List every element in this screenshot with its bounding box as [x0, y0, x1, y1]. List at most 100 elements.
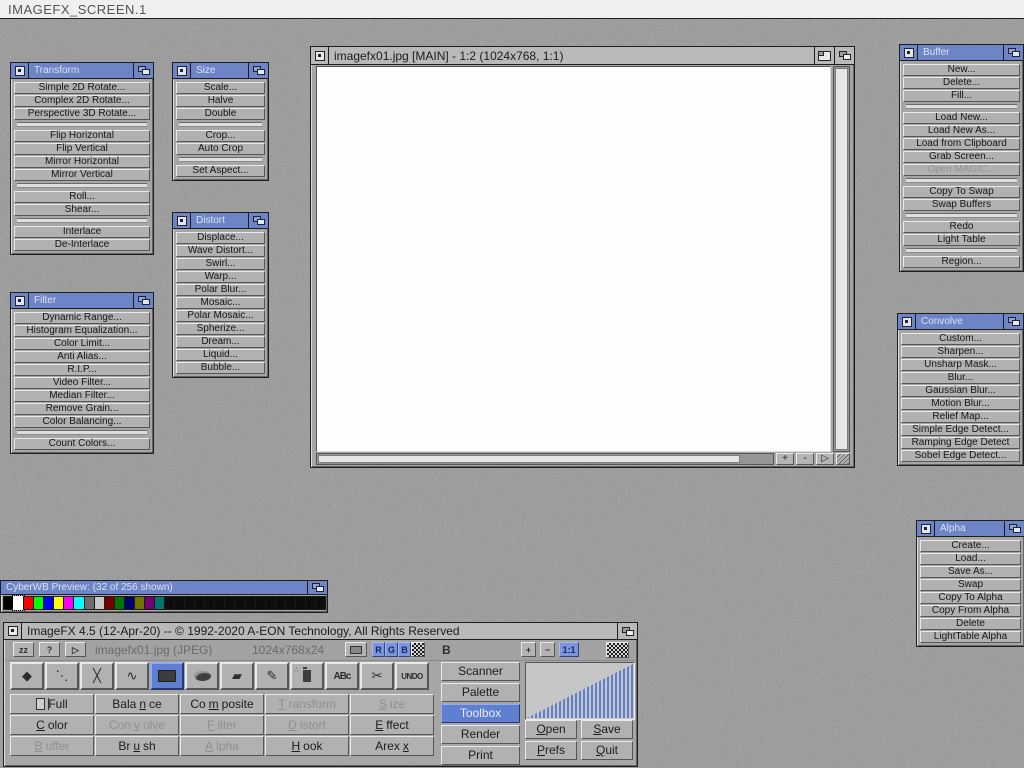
- sleep-button[interactable]: zz: [13, 642, 34, 657]
- alpha-channel-icon[interactable]: [411, 642, 425, 657]
- buffer-region-button[interactable]: Region...: [903, 256, 1020, 268]
- close-icon[interactable]: [173, 63, 191, 78]
- filter-color-limit-button[interactable]: Color Limit...: [14, 338, 150, 350]
- grid-brush-button[interactable]: Brush: [95, 736, 179, 756]
- distort-displace-button[interactable]: Displace...: [176, 232, 265, 244]
- depth-icon[interactable]: [307, 581, 327, 594]
- help-button[interactable]: ?: [39, 642, 60, 657]
- close-icon[interactable]: [173, 213, 191, 228]
- distort-spherize-button[interactable]: Spherize...: [176, 323, 265, 335]
- tool-airbrush-icon[interactable]: [290, 662, 324, 690]
- session-open-button[interactable]: Open: [525, 720, 577, 739]
- size-double-button[interactable]: Double: [176, 108, 265, 120]
- tool-freehand-icon[interactable]: ⋱: [45, 662, 79, 690]
- panel-titlebar-filter[interactable]: Filter: [11, 293, 153, 309]
- transform-flip-vertical-button[interactable]: Flip Vertical: [14, 143, 150, 155]
- zoom-reset-button[interactable]: 1:1: [559, 642, 579, 657]
- grid-balance-button[interactable]: Balance: [95, 694, 179, 714]
- mode-render-button[interactable]: Render: [441, 725, 520, 744]
- buffer-load-from-clipboard-button[interactable]: Load from Clipboard: [903, 138, 1020, 150]
- grid-arexx-button[interactable]: Arexx: [350, 736, 434, 756]
- transform-shear-button[interactable]: Shear...: [14, 204, 150, 216]
- alpha-save-as-button[interactable]: Save As...: [920, 566, 1021, 578]
- alpha-copy-from-alpha-button[interactable]: Copy From Alpha: [920, 605, 1021, 617]
- main-window-titlebar[interactable]: imagefx01.jpg [MAIN] - 1:2 (1024x768, 1:…: [311, 47, 854, 65]
- buffer-grab-screen-button[interactable]: Grab Screen...: [903, 151, 1020, 163]
- close-icon[interactable]: [11, 293, 29, 308]
- tool-line-icon[interactable]: ╳: [80, 662, 114, 690]
- alpha-create-button[interactable]: Create...: [920, 540, 1021, 552]
- filter-anti-alias-button[interactable]: Anti Alias...: [14, 351, 150, 363]
- buffer-load-new-as-button[interactable]: Load New As...: [903, 125, 1020, 137]
- panel-titlebar-distort[interactable]: Distort: [173, 213, 268, 229]
- filter-video-filter-button[interactable]: Video Filter...: [14, 377, 150, 389]
- session-prefs-button[interactable]: Prefs: [525, 741, 577, 760]
- tool-polygon-icon[interactable]: ▰: [220, 662, 254, 690]
- channel-r-button[interactable]: R: [372, 642, 385, 657]
- panel-titlebar-transform[interactable]: Transform: [11, 63, 153, 79]
- distort-wave-distort-button[interactable]: Wave Distort...: [176, 245, 265, 257]
- channel-g-button[interactable]: G: [385, 642, 398, 657]
- mode-scanner-button[interactable]: Scanner: [441, 662, 520, 681]
- close-icon[interactable]: [917, 521, 935, 536]
- filter-dynamic-range-button[interactable]: Dynamic Range...: [14, 312, 150, 324]
- alpha-delete-button[interactable]: Delete: [920, 618, 1021, 630]
- zoom-in-button[interactable]: +: [521, 642, 536, 657]
- convolve-sharpen-button[interactable]: Sharpen...: [901, 346, 1020, 358]
- size-crop-button[interactable]: Crop...: [176, 130, 265, 142]
- screen-titlebar[interactable]: IMAGEFX_SCREEN.1: [0, 0, 1024, 19]
- transform-mirror-vertical-button[interactable]: Mirror Vertical: [14, 169, 150, 181]
- gradient-preview[interactable]: [525, 662, 635, 720]
- transform-interlace-button[interactable]: Interlace: [14, 226, 150, 238]
- session-quit-button[interactable]: Quit: [581, 741, 633, 760]
- grid-composite-button[interactable]: Composite: [180, 694, 264, 714]
- close-icon[interactable]: [4, 623, 22, 639]
- distort-mosaic-button[interactable]: Mosaic...: [176, 297, 265, 309]
- tool-point-icon[interactable]: ◆: [10, 662, 44, 690]
- depth-icon[interactable]: [133, 293, 153, 308]
- depth-icon[interactable]: [834, 47, 854, 64]
- monitor-icon[interactable]: [345, 642, 367, 657]
- depth-icon[interactable]: [248, 63, 268, 78]
- transform-roll-button[interactable]: Roll...: [14, 191, 150, 203]
- distort-bubble-button[interactable]: Bubble...: [176, 362, 265, 374]
- size-auto-crop-button[interactable]: Auto Crop: [176, 143, 265, 155]
- filter-color-balancing-button[interactable]: Color Balancing...: [14, 416, 150, 428]
- mode-palette-button[interactable]: Palette: [441, 683, 520, 702]
- image-canvas[interactable]: [316, 66, 831, 452]
- buffer-new-button[interactable]: New...: [903, 64, 1020, 76]
- transform-de-interlace-button[interactable]: De-Interlace: [14, 239, 150, 251]
- size-halve-button[interactable]: Halve: [176, 95, 265, 107]
- depth-icon[interactable]: [1003, 45, 1023, 60]
- close-icon[interactable]: [900, 45, 918, 60]
- horizontal-scrollbar[interactable]: [316, 453, 774, 465]
- depth-icon[interactable]: [617, 623, 637, 639]
- close-icon[interactable]: [898, 314, 916, 329]
- tool-curve-icon[interactable]: ∿: [115, 662, 149, 690]
- panel-titlebar-size[interactable]: Size: [173, 63, 268, 79]
- zoom-window-icon[interactable]: [814, 47, 834, 64]
- zoom-out-button[interactable]: -: [796, 453, 814, 465]
- filter-median-filter-button[interactable]: Median Filter...: [14, 390, 150, 402]
- grid-effect-button[interactable]: Effect: [350, 715, 434, 735]
- vertical-scrollbar[interactable]: [833, 66, 850, 452]
- buffer-copy-to-swap-button[interactable]: Copy To Swap: [903, 186, 1020, 198]
- distort-swirl-button[interactable]: Swirl...: [176, 258, 265, 270]
- tool-undo-icon[interactable]: UNDO: [395, 662, 429, 690]
- run-button[interactable]: ▷: [65, 642, 86, 657]
- buffer-load-new-button[interactable]: Load New...: [903, 112, 1020, 124]
- convolve-motion-blur-button[interactable]: Motion Blur...: [901, 398, 1020, 410]
- transform-perspective-3d-rotate-button[interactable]: Perspective 3D Rotate...: [14, 108, 150, 120]
- pattern-icon[interactable]: [606, 642, 629, 658]
- session-save-button[interactable]: Save: [581, 720, 633, 739]
- depth-icon[interactable]: [133, 63, 153, 78]
- distort-polar-mosaic-button[interactable]: Polar Mosaic...: [176, 310, 265, 322]
- horizontal-scroll-thumb[interactable]: [318, 455, 740, 463]
- grid-full-button[interactable]: Full: [10, 694, 94, 714]
- buffer-fill-button[interactable]: Fill...: [903, 90, 1020, 102]
- zoom-out-button[interactable]: −: [540, 642, 555, 657]
- transform-complex-2d-rotate-button[interactable]: Complex 2D Rotate...: [14, 95, 150, 107]
- vertical-scroll-thumb[interactable]: [835, 68, 848, 450]
- filter-remove-grain-button[interactable]: Remove Grain...: [14, 403, 150, 415]
- tool-brush-icon[interactable]: ✎: [255, 662, 289, 690]
